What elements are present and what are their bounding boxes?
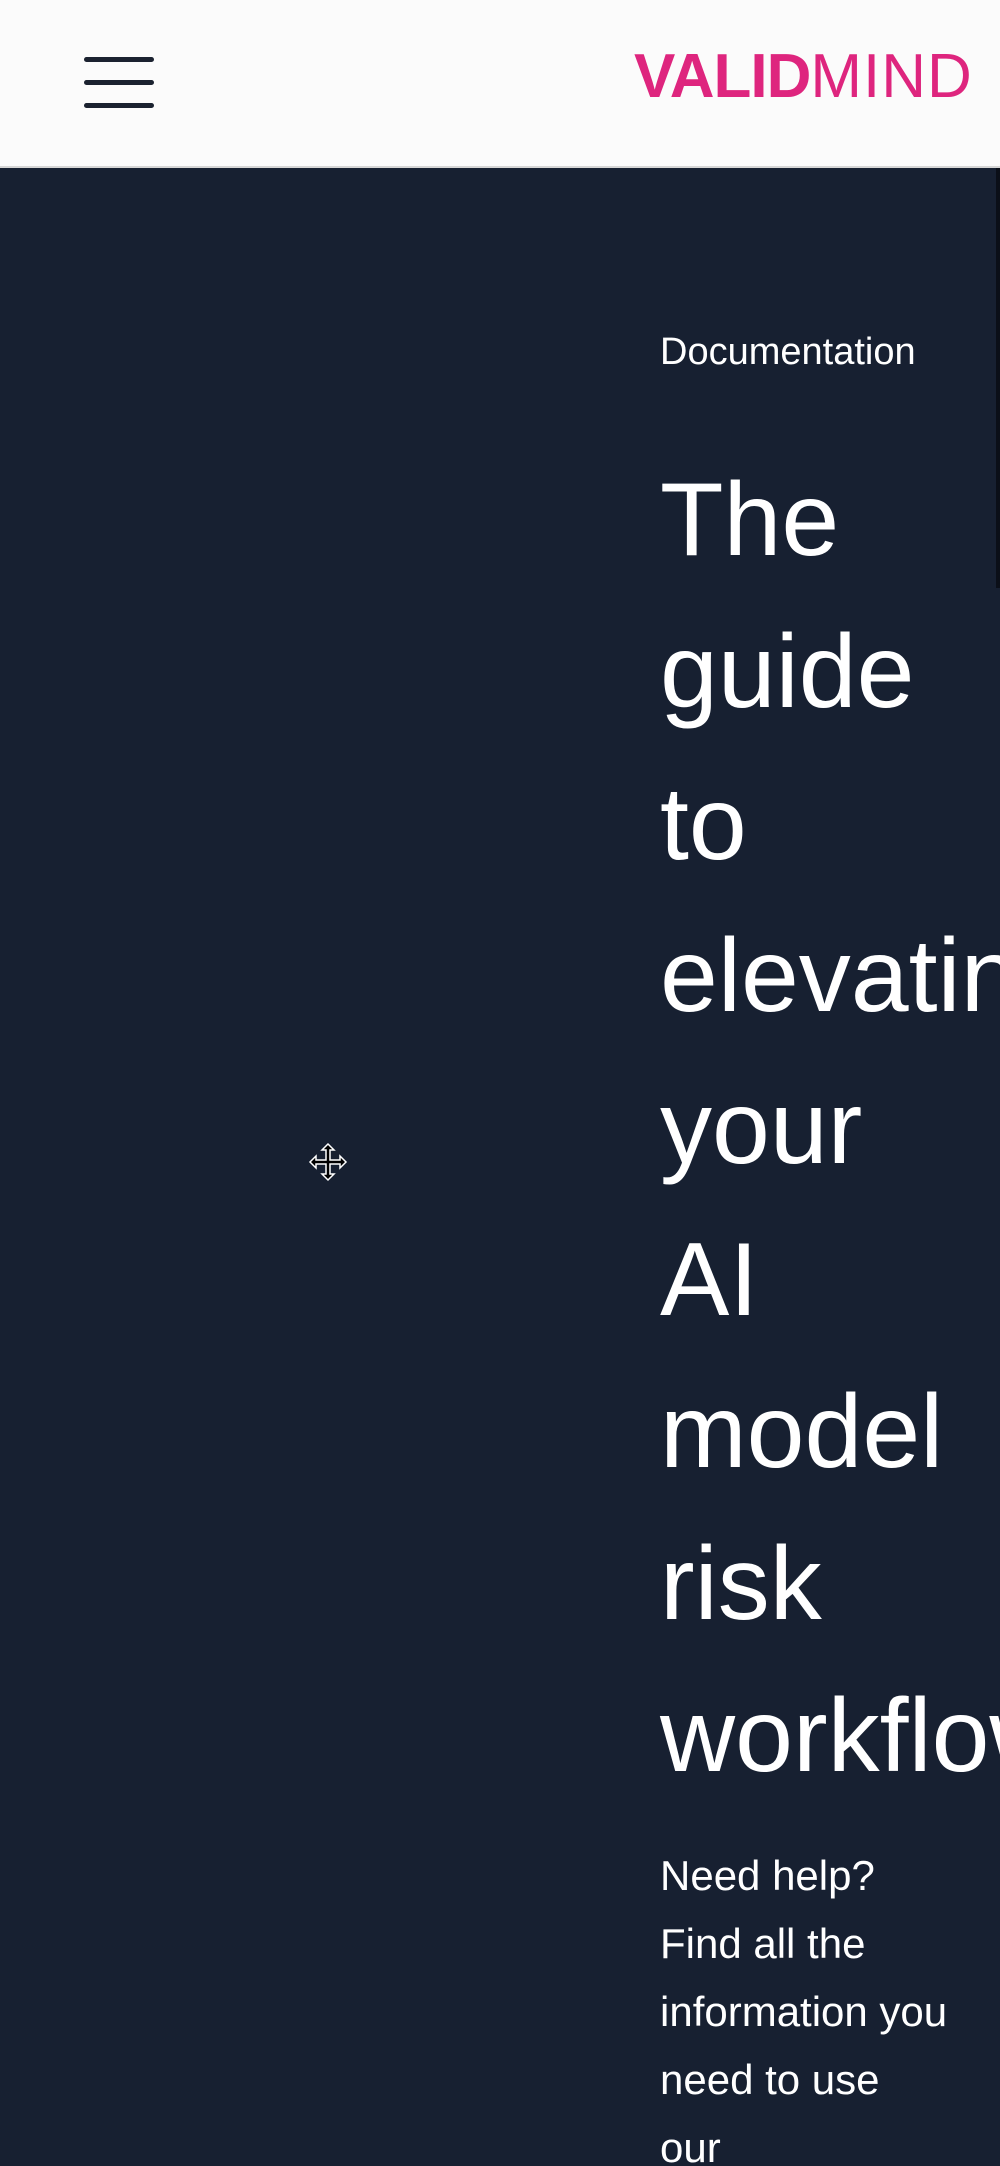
logo-text-light: MIND — [810, 42, 973, 111]
headline-word: model — [660, 1374, 944, 1490]
move-cursor-icon — [308, 1142, 348, 1182]
logo-text-bold: VALID — [634, 42, 811, 111]
hamburger-menu-icon[interactable] — [84, 55, 154, 111]
hero-section: Documentation The guide to elevating you… — [0, 168, 1000, 2166]
menu-line — [84, 103, 154, 108]
menu-line — [84, 57, 154, 62]
headline-word: risk — [660, 1526, 822, 1642]
menu-line — [84, 80, 154, 85]
headline-word: to — [660, 766, 747, 882]
hero-subtext: Need help? Find all the information you … — [660, 1852, 948, 2166]
top-navigation-bar: VALID MIND — [0, 0, 1000, 168]
headline-word: AI — [660, 1222, 759, 1338]
headline-word: guide — [660, 614, 915, 730]
validmind-logo[interactable]: VALID MIND — [634, 44, 973, 110]
scrollbar-edge — [996, 168, 1000, 588]
headline-word: elevating — [660, 918, 1000, 1034]
page-headline: The guide to elevating your AI model ris… — [660, 444, 1000, 1812]
eyebrow-label: Documentation — [660, 331, 916, 373]
headline-word: your — [660, 1070, 863, 1186]
headline-word: workflow — [660, 1678, 1000, 1794]
headline-word: The — [660, 462, 840, 578]
